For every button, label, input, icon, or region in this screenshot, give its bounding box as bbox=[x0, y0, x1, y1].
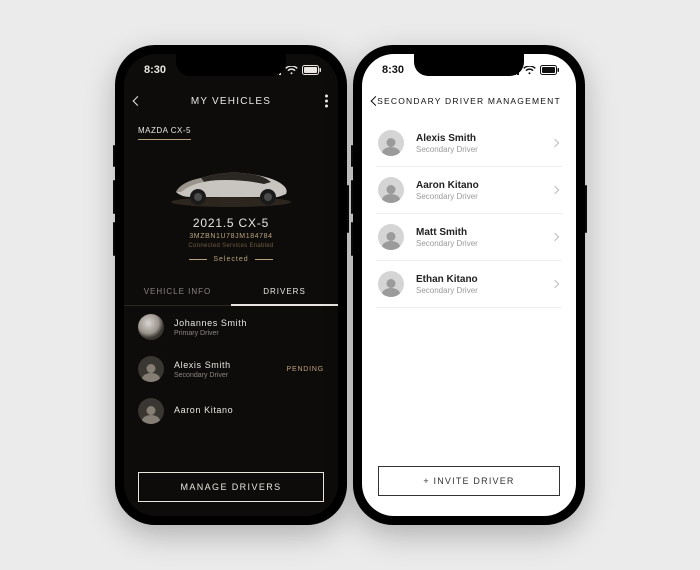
tab-vehicle-info[interactable]: VEHICLE INFO bbox=[124, 279, 231, 306]
phone-left: 8:30 MY VEHICLES MAZDA CX-5 bbox=[115, 45, 347, 525]
avatar bbox=[378, 271, 404, 297]
nav-bar: MY VEHICLES bbox=[124, 86, 338, 116]
avatar bbox=[138, 398, 164, 424]
driver-role: Secondary Driver bbox=[416, 145, 478, 154]
nav-bar: SECONDARY DRIVER MANAGEMENT bbox=[362, 86, 576, 116]
secondary-driver-row[interactable]: Matt Smith Secondary Driver bbox=[376, 214, 562, 261]
driver-name: Aaron Kitano bbox=[174, 405, 233, 415]
status-time: 8:30 bbox=[382, 64, 404, 76]
vehicle-name: 2021.5 CX-5 bbox=[124, 216, 338, 230]
avatar bbox=[378, 224, 404, 250]
secondary-driver-list: Alexis Smith Secondary Driver Aaron Kita… bbox=[362, 116, 576, 454]
chevron-right-icon bbox=[551, 233, 559, 241]
vehicle-image bbox=[156, 152, 306, 210]
battery-icon bbox=[302, 65, 322, 75]
chevron-right-icon bbox=[551, 186, 559, 194]
driver-name: Alexis Smith bbox=[174, 360, 231, 370]
avatar bbox=[378, 130, 404, 156]
vehicle-card: 2021.5 CX-5 3MZBN1U78JM184784 Connected … bbox=[124, 140, 338, 269]
more-button[interactable] bbox=[325, 95, 328, 108]
wifi-icon bbox=[523, 66, 536, 75]
chevron-right-icon bbox=[551, 280, 559, 288]
phone-right: 8:30 SECONDARY DRIVER MANAGEMENT Alexis … bbox=[353, 45, 585, 525]
services-status: Connected Services Enabled bbox=[124, 243, 338, 249]
vehicle-vin: 3MZBN1U78JM184784 bbox=[124, 233, 338, 240]
driver-role: Secondary Driver bbox=[416, 192, 479, 201]
notch bbox=[176, 54, 286, 76]
chevron-right-icon bbox=[551, 139, 559, 147]
invite-driver-button[interactable]: + INVITE DRIVER bbox=[378, 466, 560, 496]
secondary-driver-row[interactable]: Ethan Kitano Secondary Driver bbox=[376, 261, 562, 308]
driver-role: Secondary Driver bbox=[174, 372, 231, 379]
manage-drivers-button[interactable]: MANAGE DRIVERS bbox=[138, 472, 324, 502]
status-time: 8:30 bbox=[144, 64, 166, 76]
driver-role: Secondary Driver bbox=[416, 239, 478, 248]
tab-drivers[interactable]: DRIVERS bbox=[231, 279, 338, 306]
driver-name: Ethan Kitano bbox=[416, 274, 478, 285]
battery-icon bbox=[540, 65, 560, 75]
page-title: MY VEHICLES bbox=[191, 96, 271, 107]
driver-role: Secondary Driver bbox=[416, 286, 478, 295]
wifi-icon bbox=[285, 66, 298, 75]
driver-row[interactable]: Johannes Smith Primary Driver bbox=[124, 306, 338, 348]
driver-status: PENDING bbox=[287, 366, 325, 373]
avatar bbox=[378, 177, 404, 203]
driver-list: Johannes Smith Primary Driver Alexis Smi… bbox=[124, 306, 338, 462]
back-button[interactable] bbox=[134, 98, 141, 105]
driver-name: Alexis Smith bbox=[416, 133, 478, 144]
selected-label: Selected bbox=[124, 256, 338, 263]
vehicle-tab[interactable]: MAZDA CX-5 bbox=[138, 126, 191, 140]
notch bbox=[414, 54, 524, 76]
back-button[interactable] bbox=[372, 98, 379, 105]
driver-name: Aaron Kitano bbox=[416, 180, 479, 191]
driver-row[interactable]: Aaron Kitano bbox=[124, 390, 338, 432]
page-title: SECONDARY DRIVER MANAGEMENT bbox=[377, 96, 561, 106]
driver-role: Primary Driver bbox=[174, 330, 247, 337]
driver-name: Matt Smith bbox=[416, 227, 478, 238]
avatar bbox=[138, 356, 164, 382]
secondary-driver-row[interactable]: Alexis Smith Secondary Driver bbox=[376, 120, 562, 167]
driver-row[interactable]: Alexis Smith Secondary Driver PENDING bbox=[124, 348, 338, 390]
secondary-driver-row[interactable]: Aaron Kitano Secondary Driver bbox=[376, 167, 562, 214]
avatar bbox=[138, 314, 164, 340]
driver-name: Johannes Smith bbox=[174, 318, 247, 328]
